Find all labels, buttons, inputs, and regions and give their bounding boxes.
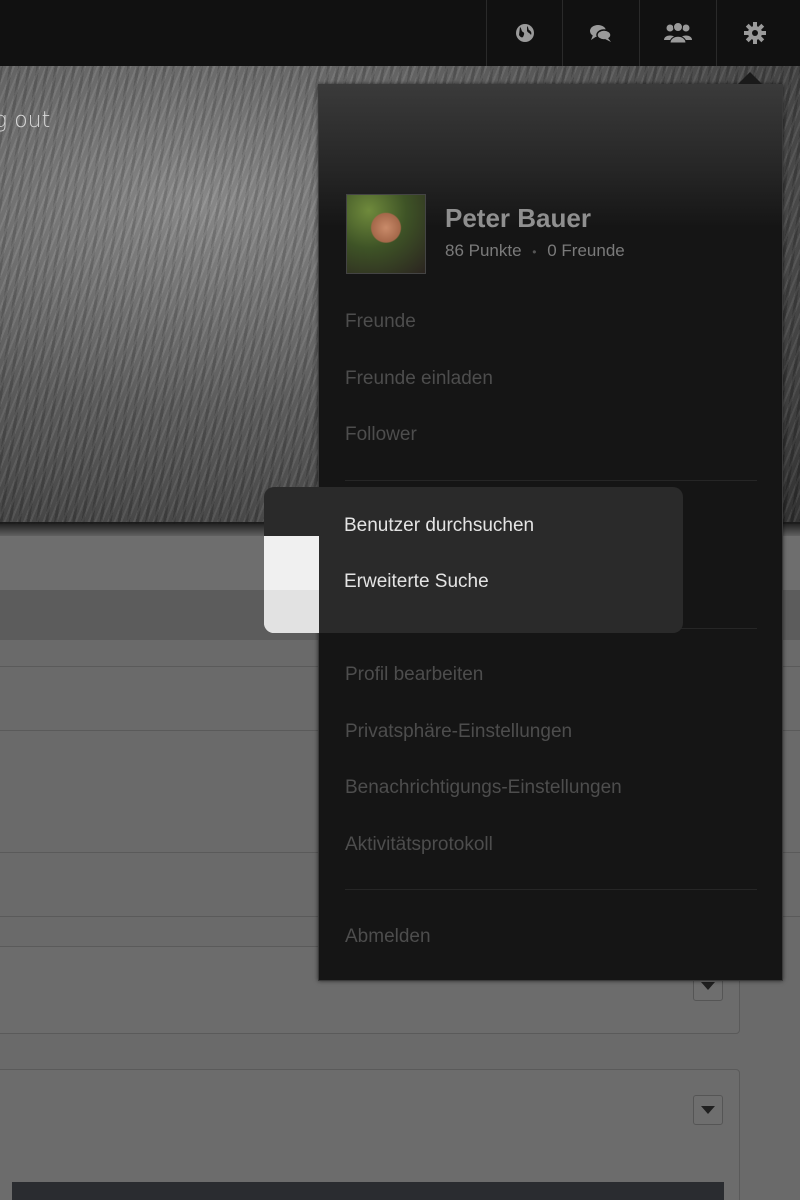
card-toggle-button[interactable] [693, 1095, 723, 1125]
menu-item-advanced-search[interactable]: Erweiterte Suche [344, 571, 489, 593]
stats-separator: • [532, 245, 537, 259]
caret-down-icon [701, 1106, 715, 1114]
menu-item-friends[interactable]: Freunde [345, 311, 416, 333]
menu-item-followers[interactable]: Follower [345, 424, 417, 446]
content-image-strip [12, 1182, 724, 1200]
nav-globe-button[interactable] [486, 0, 562, 66]
menu-item-invite-friends[interactable]: Freunde einladen [345, 368, 493, 390]
search-group-highlight [264, 487, 683, 633]
hero-text: g out [0, 108, 51, 133]
top-nav-bar [0, 0, 800, 66]
profile-stats: 86 Punkte • 0 Freunde [445, 241, 625, 261]
nav-settings-button[interactable] [716, 0, 792, 66]
caret-down-icon [701, 982, 715, 990]
dropdown-caret [738, 72, 762, 84]
menu-divider [345, 889, 757, 890]
chat-icon [589, 23, 613, 43]
gear-icon [743, 22, 766, 44]
content-card [0, 1069, 740, 1200]
avatar[interactable] [346, 194, 426, 274]
profile-friends-count[interactable]: 0 Freunde [547, 241, 625, 260]
menu-item-notification-settings[interactable]: Benachrichtigungs-Einstellungen [345, 777, 622, 799]
menu-item-activity-log[interactable]: Aktivitätsprotokoll [345, 834, 493, 856]
globe-icon [515, 23, 535, 43]
profile-points[interactable]: 86 Punkte [445, 241, 522, 260]
highlight-underlay [264, 536, 319, 633]
friends-icon [663, 22, 692, 44]
menu-item-privacy-settings[interactable]: Privatsphäre-Einstellungen [345, 721, 572, 743]
menu-item-search-users[interactable]: Benutzer durchsuchen [344, 515, 534, 537]
menu-divider [345, 480, 757, 481]
nav-friends-button[interactable] [639, 0, 715, 66]
menu-item-logout[interactable]: Abmelden [345, 926, 431, 948]
profile-name[interactable]: Peter Bauer [445, 203, 591, 234]
nav-messages-button[interactable] [562, 0, 638, 66]
highlight-underlay-lower [264, 590, 319, 633]
menu-item-edit-profile[interactable]: Profil bearbeiten [345, 664, 483, 686]
page: g out Peter Bauer 86 Punkte • 0 Freunde … [0, 0, 800, 1200]
